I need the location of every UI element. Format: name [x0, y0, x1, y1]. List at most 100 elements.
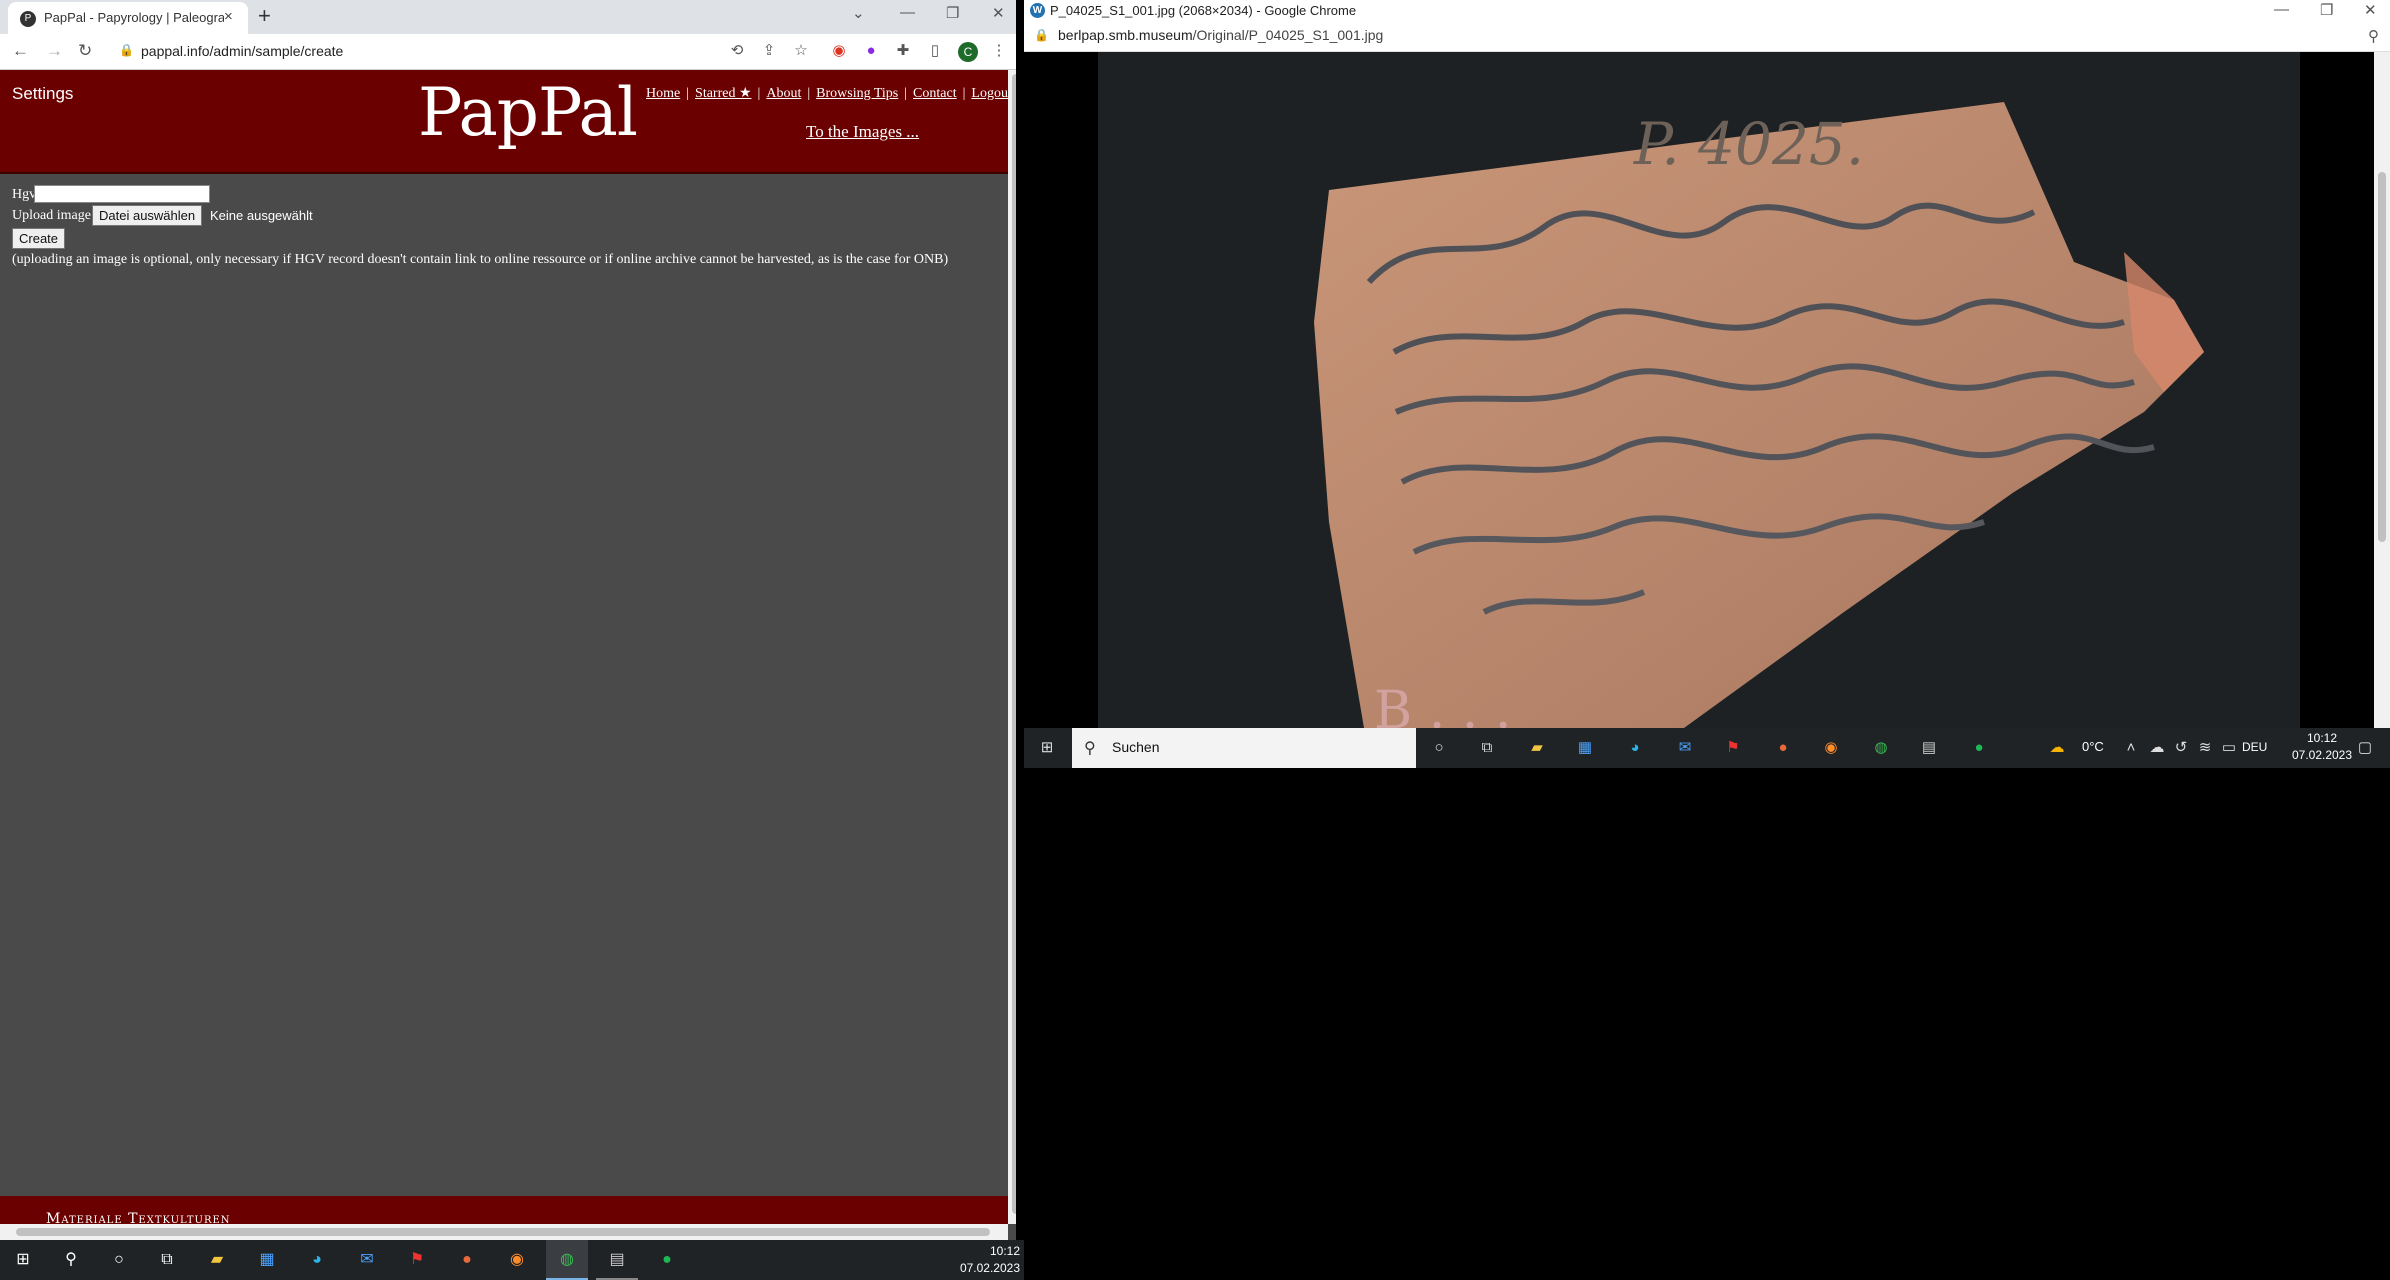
- side-panel-icon[interactable]: ▯: [926, 42, 944, 60]
- upload-row: Upload image Datei auswählen Keine ausge…: [12, 205, 313, 226]
- taskbar-clock[interactable]: 10:12 07.02.2023: [2282, 730, 2362, 764]
- spotify-icon[interactable]: ●: [654, 1248, 680, 1272]
- settings-link[interactable]: Settings: [12, 84, 73, 104]
- minimize-button[interactable]: —: [2274, 1, 2289, 18]
- reload-icon[interactable]: ↻: [78, 41, 92, 61]
- clock-date: 07.02.2023: [2291, 748, 2353, 762]
- nav-contact[interactable]: Contact: [913, 86, 957, 101]
- nav-about[interactable]: About: [766, 86, 801, 101]
- choose-file-button[interactable]: Datei auswählen: [92, 205, 203, 226]
- acrobat-icon[interactable]: ⚑: [1722, 738, 1744, 758]
- wifi-icon[interactable]: ≋: [2194, 738, 2216, 758]
- new-tab-button[interactable]: +: [258, 3, 271, 29]
- edge-icon[interactable]: ◕: [1624, 738, 1646, 758]
- cortana-icon[interactable]: ○: [1428, 738, 1450, 758]
- share-icon[interactable]: ⇪: [760, 42, 778, 60]
- firefox-icon[interactable]: ◉: [1820, 738, 1842, 758]
- taskbar-search-box[interactable]: ⚲ Suchen: [1072, 728, 1416, 768]
- edge-icon[interactable]: ◕: [304, 1248, 330, 1272]
- lock-icon[interactable]: 🔒: [119, 43, 134, 57]
- minimize-button[interactable]: —: [900, 4, 915, 21]
- address-bar[interactable]: berlpap.smb.museum/Original/P_04025_S1_0…: [1058, 27, 1383, 43]
- battery-icon[interactable]: ▭: [2218, 738, 2240, 758]
- windows-start-icon[interactable]: ⊞: [10, 1248, 36, 1272]
- scrollbar-thumb[interactable]: [1012, 74, 1016, 1214]
- powerpoint-icon[interactable]: ●: [454, 1248, 480, 1272]
- language-indicator[interactable]: DEU: [2242, 740, 2267, 754]
- file-explorer-icon[interactable]: ▰: [1526, 738, 1548, 758]
- browser-tab-pappal[interactable]: P PapPal - Papyrology | Paleograph ×: [8, 2, 248, 34]
- close-tab-icon[interactable]: ×: [224, 8, 233, 25]
- store-icon[interactable]: ▦: [1574, 738, 1596, 758]
- zoom-icon[interactable]: ⚲: [2368, 27, 2379, 45]
- restore-button[interactable]: ❐: [2320, 1, 2333, 19]
- taskbar-clock[interactable]: 10:12 07.02.2023: [940, 1243, 1020, 1277]
- nav-logout[interactable]: Logou: [971, 86, 1008, 101]
- left-browser-window: P PapPal - Papyrology | Paleograph × + ⌄…: [0, 0, 1016, 1240]
- store-icon[interactable]: ▦: [254, 1248, 280, 1272]
- vertical-scrollbar[interactable]: [1008, 70, 1016, 1224]
- tray-sync-icon[interactable]: ↺: [2170, 738, 2192, 758]
- inventory-mark: P. 4025.: [1633, 110, 1864, 178]
- search-icon[interactable]: ⚲: [58, 1248, 84, 1272]
- hgv-input[interactable]: [34, 185, 210, 203]
- restore-button[interactable]: ❐: [946, 4, 959, 22]
- forward-arrow-icon[interactable]: →: [46, 41, 63, 61]
- site-header: Settings PapPal Home | Starred ★ | About | Bro…: [0, 70, 1008, 174]
- extensions-puzzle-icon[interactable]: ✚: [894, 42, 912, 60]
- extension-ub-icon[interactable]: ●: [862, 42, 880, 60]
- firefox-icon[interactable]: ◉: [504, 1248, 530, 1272]
- chrome-icon[interactable]: ◍: [1870, 738, 1892, 758]
- site-logo[interactable]: PapPal: [418, 74, 638, 151]
- nav-browsing-tips[interactable]: Browsing Tips: [816, 86, 898, 101]
- to-images-link[interactable]: To the Images ...: [806, 122, 919, 142]
- file-explorer-icon[interactable]: ▰: [204, 1248, 230, 1272]
- app-window-icon[interactable]: ▤: [1918, 738, 1940, 758]
- chrome-icon[interactable]: ◍: [554, 1248, 580, 1272]
- weather-icon[interactable]: ☁: [2046, 738, 2068, 758]
- hgv-row: Hgv: [12, 185, 210, 203]
- create-button[interactable]: Create: [12, 228, 66, 249]
- right-browser-window: W P_04025_S1_001.jpg (2068×2034) - Googl…: [1024, 0, 2390, 768]
- app-window-icon[interactable]: ▤: [604, 1248, 630, 1272]
- task-view-icon[interactable]: ⧉: [1476, 738, 1498, 758]
- cortana-icon[interactable]: ○: [106, 1248, 132, 1272]
- tray-cloud-icon[interactable]: ☁: [2146, 738, 2168, 758]
- tray-chevron-icon[interactable]: ˄: [2120, 738, 2142, 758]
- acrobat-icon[interactable]: ⚑: [404, 1248, 430, 1272]
- tab-search-icon[interactable]: ⌄: [852, 4, 865, 22]
- mail-icon[interactable]: ✉: [1674, 738, 1696, 758]
- horizontal-scrollbar[interactable]: [0, 1224, 1008, 1240]
- mail-icon[interactable]: ✉: [354, 1248, 380, 1272]
- scrollbar-thumb[interactable]: [2378, 172, 2386, 542]
- tab-bar: P PapPal - Papyrology | Paleograph × + ⌄…: [0, 0, 1016, 34]
- spotify-icon[interactable]: ●: [1968, 738, 1990, 758]
- image-viewport[interactable]: P. 4025. B . . .: [1024, 52, 2374, 728]
- nav-separator: |: [962, 86, 966, 101]
- nav-separator: |: [686, 86, 690, 101]
- browser-toolbar: ← → ↻ 🔒 pappal.info/admin/sample/create …: [0, 34, 1016, 70]
- weather-temperature[interactable]: 0°C: [2082, 739, 2104, 754]
- close-window-button[interactable]: ✕: [992, 4, 1005, 22]
- extension-icon[interactable]: ◉: [830, 42, 848, 60]
- clock-date: 07.02.2023: [959, 1261, 1020, 1275]
- ostracon-image: P. 4025. B . . .: [1314, 102, 2204, 728]
- back-arrow-icon[interactable]: ←: [12, 41, 29, 61]
- upload-note: (uploading an image is optional, only ne…: [12, 252, 949, 267]
- clock-time: 10:12: [2306, 731, 2338, 745]
- task-view-icon[interactable]: ⧉: [154, 1248, 180, 1272]
- menu-kebab-icon[interactable]: ⋮: [990, 42, 1008, 60]
- scrollbar-thumb[interactable]: [16, 1228, 990, 1236]
- taskbar-secondary: ⊞ ⚲ Suchen ○ ⧉ ▰ ▦ ◕ ✉ ⚑ ● ◉ ◍ ▤ ● ☁ 0°C…: [1024, 728, 2390, 768]
- nav-starred[interactable]: Starred ★: [695, 86, 751, 101]
- address-bar[interactable]: pappal.info/admin/sample/create: [141, 43, 343, 59]
- notifications-icon[interactable]: ▢: [2354, 738, 2376, 758]
- translate-icon[interactable]: ⟲: [728, 42, 746, 60]
- bookmark-star-icon[interactable]: ☆: [792, 42, 810, 60]
- vertical-scrollbar[interactable]: [2374, 52, 2390, 728]
- profile-avatar[interactable]: C: [958, 42, 978, 62]
- powerpoint-icon[interactable]: ●: [1772, 738, 1794, 758]
- nav-home[interactable]: Home: [646, 86, 680, 101]
- windows-start-icon[interactable]: ⊞: [1036, 738, 1058, 758]
- close-window-button[interactable]: ✕: [2364, 1, 2377, 19]
